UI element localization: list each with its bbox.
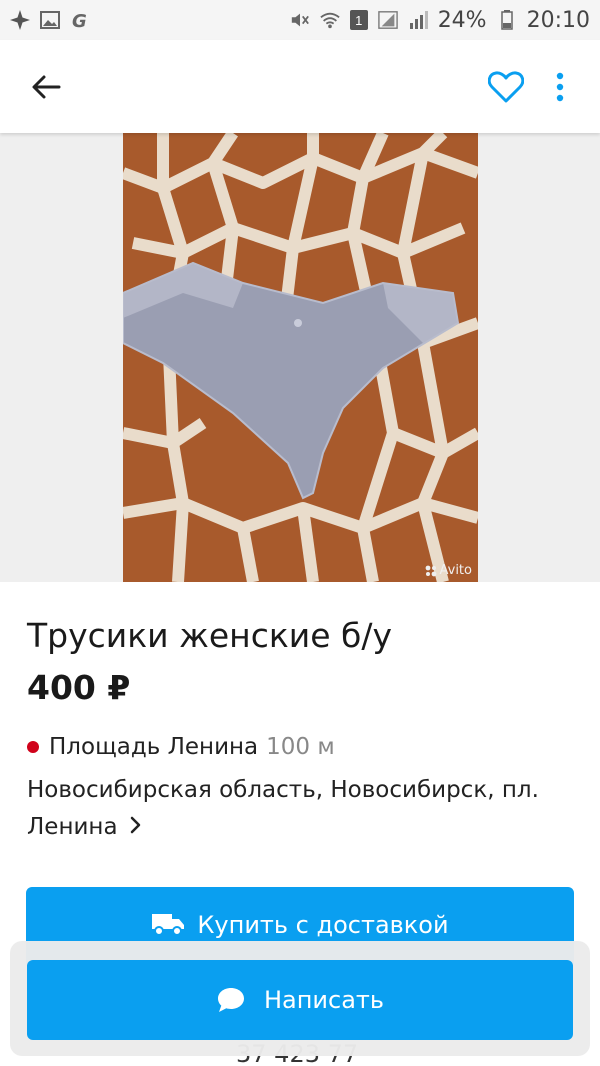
metro-distance: 100 м — [266, 734, 335, 760]
sparkle-icon — [10, 10, 30, 30]
address-text: Новосибирская область, Новосибирск, пл. … — [27, 777, 539, 840]
g-app-icon: G — [70, 10, 90, 30]
listing-title: Трусики женские б/у — [27, 616, 393, 655]
wifi-icon — [320, 10, 340, 30]
mute-icon — [290, 10, 310, 30]
listing-photo[interactable]: Avito — [123, 133, 478, 582]
photo-illustration — [123, 133, 478, 582]
write-message-label: Написать — [263, 986, 385, 1014]
avito-logo-icon — [425, 565, 436, 576]
write-message-button[interactable]: Написать — [27, 960, 573, 1040]
svg-text:G: G — [72, 11, 87, 30]
image-icon — [40, 10, 60, 30]
more-vertical-icon — [556, 72, 564, 101]
metro-station: Площадь Ленина — [49, 734, 259, 760]
watermark-text: Avito — [439, 563, 473, 578]
arrow-left-icon — [32, 75, 61, 98]
sim-badge: 1 — [349, 10, 368, 30]
battery-percent: 24% — [437, 7, 487, 33]
signal-icon — [377, 10, 398, 30]
address-link[interactable]: Новосибирская область, Новосибирск, пл. … — [27, 772, 567, 846]
app-bar — [0, 40, 600, 133]
metro-info: Площадь Ленина 100 м — [27, 734, 335, 760]
heart-outline-icon — [488, 70, 524, 102]
metro-line-dot-icon — [27, 741, 39, 753]
status-bar: G 1 24% 20:10 — [0, 0, 600, 40]
signal-bars-icon — [408, 10, 428, 30]
avito-watermark: Avito — [425, 563, 473, 578]
battery-icon — [497, 10, 517, 30]
more-options-button[interactable] — [540, 59, 580, 115]
truck-icon — [152, 914, 185, 936]
listing-price: 400 ₽ — [27, 668, 131, 707]
chevron-right-icon — [130, 809, 142, 846]
back-button[interactable] — [20, 61, 72, 113]
buy-with-delivery-label: Купить с доставкой — [197, 911, 449, 939]
chat-bubble-icon — [217, 988, 244, 1012]
favorite-button[interactable] — [478, 59, 534, 115]
photo-gallery[interactable]: Avito — [0, 133, 600, 582]
clock: 20:10 — [526, 7, 590, 33]
